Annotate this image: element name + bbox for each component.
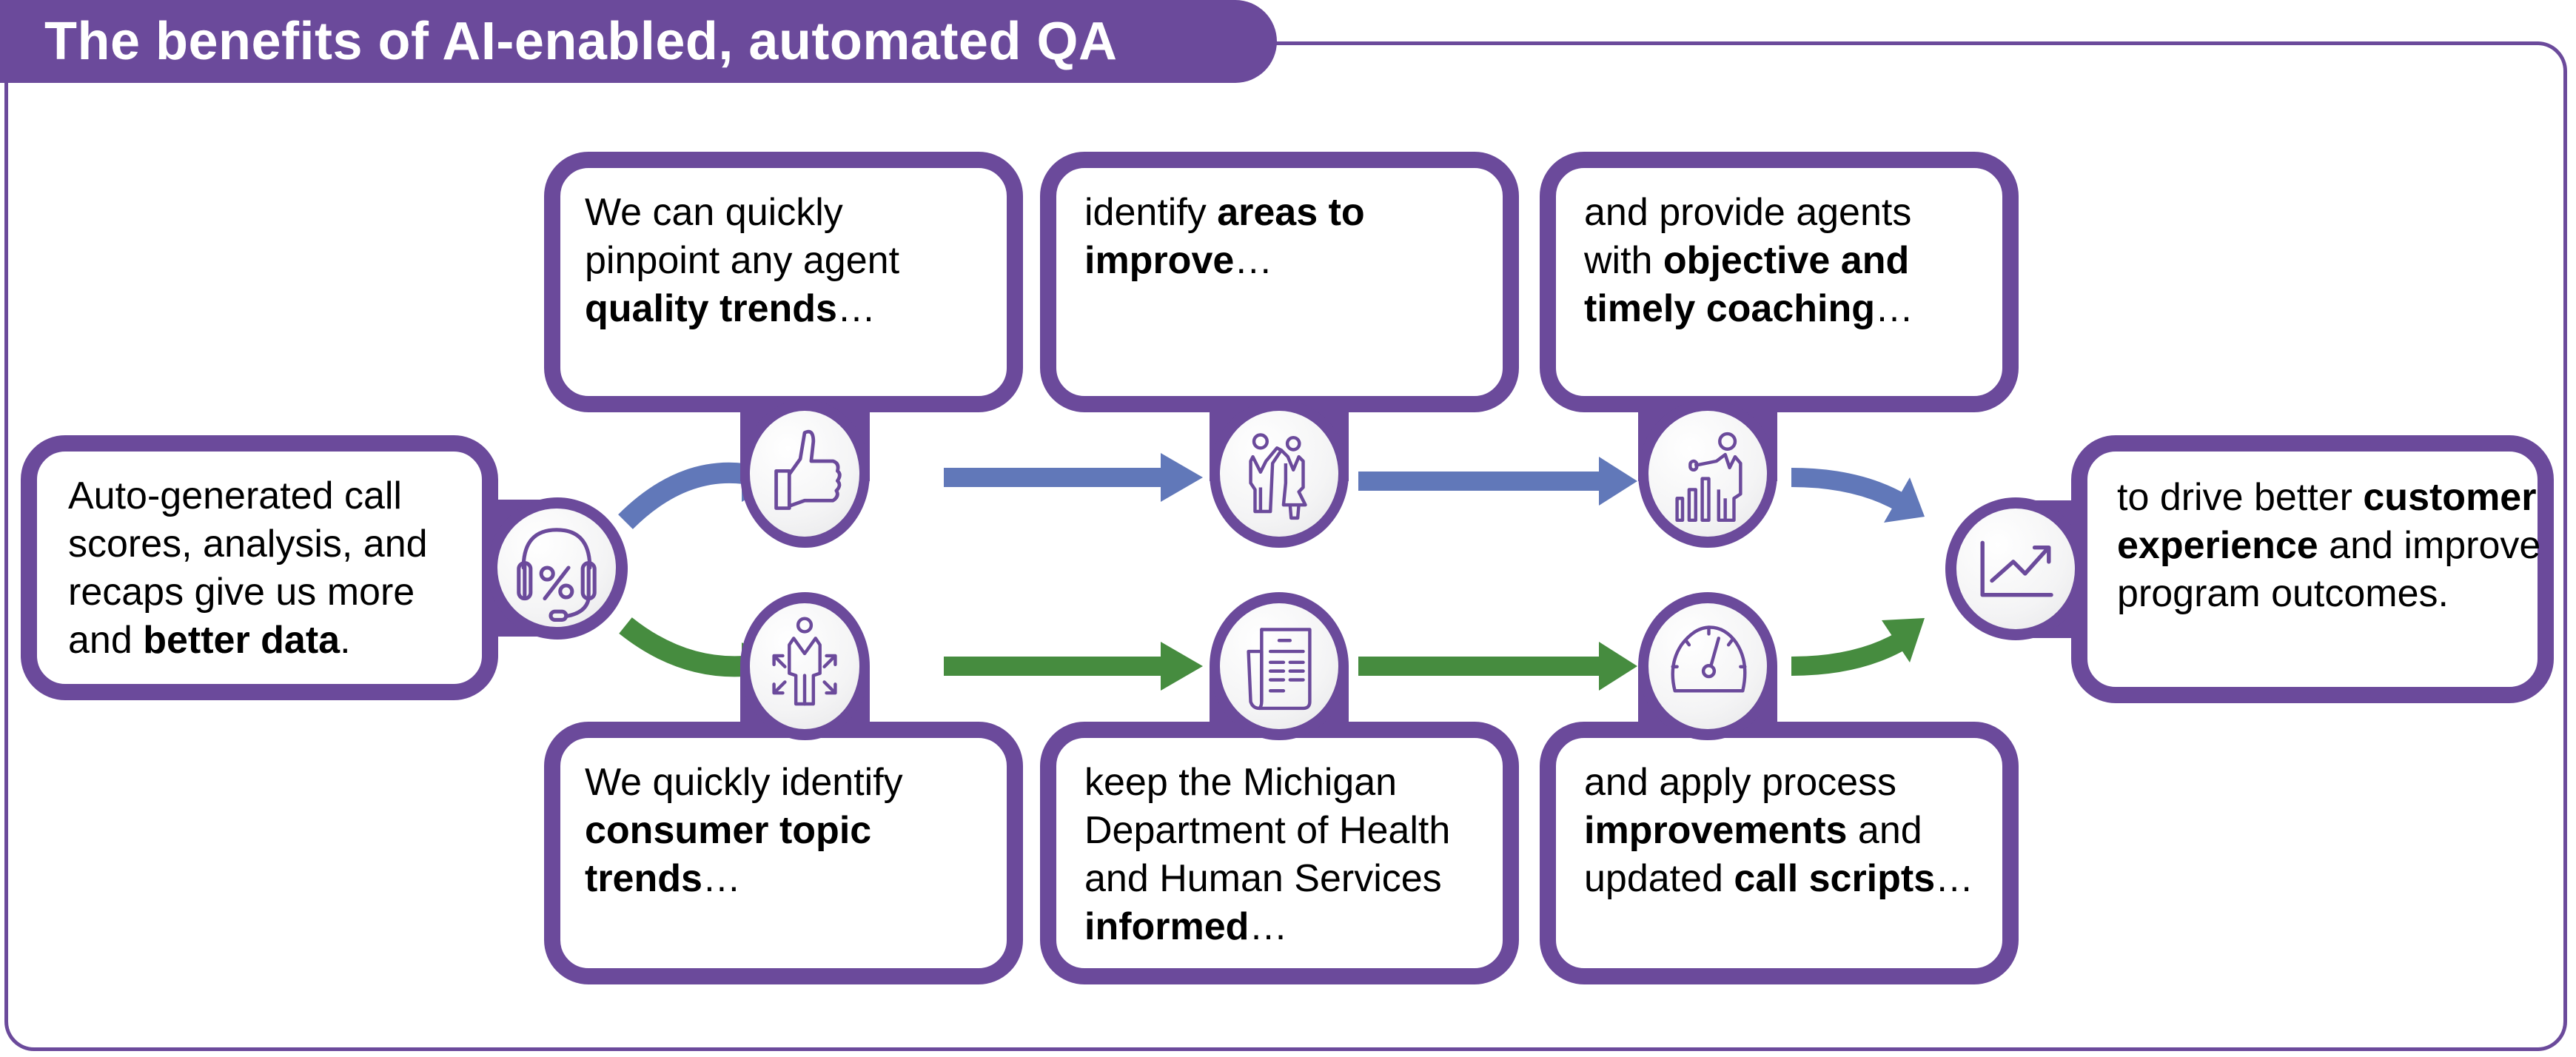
areas-to-improve-text: identify areas to improve… bbox=[1084, 191, 1365, 282]
thumbs-up-icon bbox=[750, 411, 859, 537]
speedometer-icon bbox=[1648, 603, 1767, 729]
high-five-icon bbox=[1220, 411, 1338, 537]
outcome-text: to drive better customer experience and … bbox=[2117, 476, 2541, 615]
title-tab: The benefits of AI-enabled, automated QA bbox=[0, 0, 1277, 83]
headset-percent-icon bbox=[497, 509, 616, 627]
person-expand-icon bbox=[750, 603, 859, 729]
source-text: Auto-generated call scores, analysis, an… bbox=[68, 474, 428, 662]
coaching-text: and provide agents with objective and ti… bbox=[1584, 191, 1913, 330]
trend-chart-icon bbox=[1956, 509, 2075, 629]
call-scripts-text: and apply process improvements and updat… bbox=[1584, 761, 1974, 900]
quality-trends-text: We can quickly pinpoint any agent qualit… bbox=[585, 191, 900, 330]
presenter-chart-icon bbox=[1648, 411, 1767, 537]
page-title: The benefits of AI-enabled, automated QA bbox=[44, 12, 1118, 71]
consumer-trends-text: We quickly identify consumer topic trend… bbox=[585, 761, 903, 900]
newspaper-icon bbox=[1220, 603, 1338, 729]
informed-text: keep the Michigan Department of Health a… bbox=[1084, 761, 1451, 948]
